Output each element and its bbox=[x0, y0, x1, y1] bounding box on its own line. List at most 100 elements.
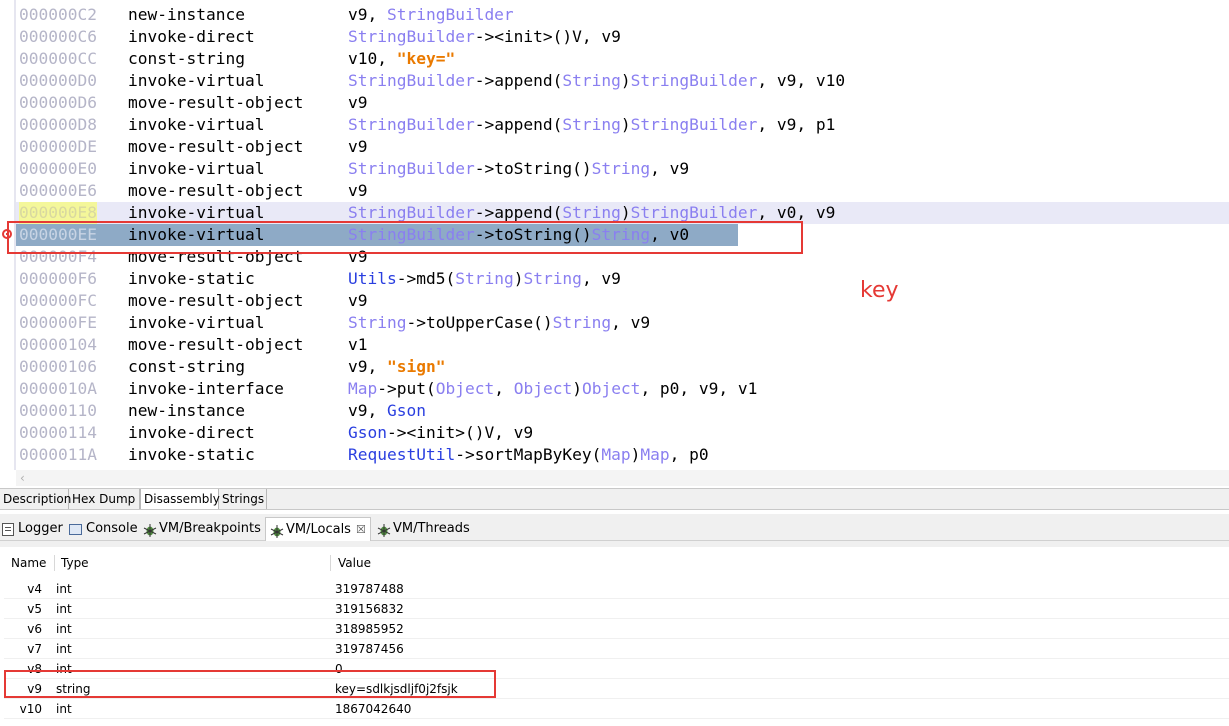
disassembly-pane[interactable]: 000000C2 new-instance v9, StringBuilder 000… bbox=[0, 0, 1229, 488]
code-token: , v9 bbox=[611, 313, 651, 332]
code-token: String bbox=[562, 115, 621, 134]
code-operands: v9, StringBuilder bbox=[348, 4, 514, 26]
code-address: 00000114 bbox=[19, 423, 97, 442]
code-line[interactable]: 00000104 move-result-object v1 bbox=[16, 334, 1229, 356]
code-token: , v0, v9 bbox=[757, 203, 836, 222]
code-operands: v9 bbox=[348, 290, 368, 312]
code-line[interactable]: 000000CC const-string v10, "key=" bbox=[16, 48, 1229, 70]
scroll-left-icon[interactable]: ‹ bbox=[20, 470, 25, 486]
code-opcode: const-string bbox=[128, 49, 245, 68]
code-line[interactable]: 0000010A invoke-interface Map->put(Object,… bbox=[16, 378, 1229, 400]
tab-vm-breakpoints[interactable]: VM/Breakpoints bbox=[143, 518, 261, 540]
code-opcode: invoke-virtual bbox=[128, 115, 265, 134]
panel-tab-bar: Logger Console VM/Breakpoints VM/Locals … bbox=[0, 514, 1229, 541]
table-row[interactable]: v4 int 319787488 bbox=[4, 579, 1229, 599]
table-row[interactable]: v5 int 319156832 bbox=[4, 599, 1229, 619]
tab-console[interactable]: Console bbox=[69, 518, 138, 540]
code-token: ) bbox=[630, 445, 641, 464]
code-operands: Utils->md5(String)String, v9 bbox=[348, 268, 621, 290]
code-line[interactable]: 000000D0 invoke-virtual StringBuilder->app… bbox=[16, 70, 1229, 92]
tab-disassembly[interactable]: Disassembly bbox=[140, 489, 220, 509]
column-divider[interactable] bbox=[54, 555, 55, 571]
code-token: ->put( bbox=[377, 379, 436, 398]
code-token: Gson bbox=[386, 401, 426, 420]
table-row[interactable]: v10 int 1867042640 bbox=[4, 699, 1229, 719]
code-token: Map bbox=[348, 379, 378, 398]
code-address: 000000F6 bbox=[19, 269, 97, 288]
code-token: StringBuilder bbox=[348, 27, 475, 46]
code-address: 000000E6 bbox=[19, 181, 97, 200]
code-address: 000000C6 bbox=[19, 27, 97, 46]
code-operands: v9 bbox=[348, 92, 368, 114]
code-address: 0000011A bbox=[19, 445, 97, 464]
close-icon[interactable]: ☒ bbox=[356, 519, 366, 541]
tab-vm-breakpoints-label: VM/Breakpoints bbox=[159, 521, 261, 536]
tab-vm-locals-label: VM/Locals bbox=[286, 521, 351, 537]
code-token: , v9 bbox=[581, 269, 621, 288]
code-token: StringBuilder bbox=[348, 203, 475, 222]
code-line[interactable]: 000000C2 new-instance v9, StringBuilder bbox=[16, 4, 1229, 26]
code-opcode: invoke-static bbox=[128, 269, 255, 288]
table-row[interactable]: v7 int 319787456 bbox=[4, 639, 1229, 659]
code-line[interactable]: 000000D8 invoke-virtual StringBuilder->app… bbox=[16, 114, 1229, 136]
horizontal-scrollbar[interactable]: ‹ bbox=[16, 470, 1229, 486]
code-token: "key=" bbox=[396, 49, 456, 68]
code-token: ->append( bbox=[474, 115, 563, 134]
code-line[interactable]: 00000106 const-string v9, "sign" bbox=[16, 356, 1229, 378]
local-value: 319787488 bbox=[335, 582, 404, 596]
code-line[interactable]: 0000011A invoke-static RequestUtil->sortMa… bbox=[16, 444, 1229, 466]
code-token: ) bbox=[620, 203, 631, 222]
tab-description[interactable]: Description bbox=[0, 489, 71, 509]
tab-vm-locals[interactable]: VM/Locals ☒ bbox=[265, 517, 371, 541]
code-line[interactable]: 00000114 invoke-direct Gson-><init>()V, v9 bbox=[16, 422, 1229, 444]
code-opcode: invoke-direct bbox=[128, 423, 255, 442]
code-line[interactable]: 000000E6 move-result-object v9 bbox=[16, 180, 1229, 202]
code-opcode: move-result-object bbox=[128, 291, 304, 310]
tab-strings[interactable]: Strings bbox=[219, 489, 267, 509]
code-token: Utils bbox=[348, 269, 397, 288]
code-token: String bbox=[562, 71, 621, 90]
code-token: Map bbox=[601, 445, 631, 464]
code-line[interactable]: 000000FC move-result-object v9 bbox=[16, 290, 1229, 312]
code-token: String bbox=[562, 203, 621, 222]
code-token: ->toUpperCase() bbox=[406, 313, 553, 332]
column-header-type[interactable]: Type bbox=[56, 553, 89, 573]
code-opcode: new-instance bbox=[128, 401, 245, 420]
table-row[interactable]: v6 int 318985952 bbox=[4, 619, 1229, 639]
code-token: StringBuilder bbox=[630, 203, 758, 222]
code-token: Gson bbox=[348, 423, 387, 442]
code-opcode: move-result-object bbox=[128, 137, 304, 156]
code-line[interactable]: 000000E0 invoke-virtual StringBuilder->toS… bbox=[16, 158, 1229, 180]
code-line[interactable]: 000000DE move-result-object v9 bbox=[16, 136, 1229, 158]
code-address: 000000DE bbox=[19, 137, 97, 156]
code-operands: StringBuilder->append(String)StringBuild… bbox=[348, 114, 835, 136]
column-divider[interactable] bbox=[330, 555, 331, 571]
code-line[interactable]: 000000FE invoke-virtual String->toUpperCas… bbox=[16, 312, 1229, 334]
column-header-name[interactable]: Name bbox=[6, 553, 46, 573]
tab-logger[interactable]: Logger bbox=[2, 518, 63, 540]
column-header-value[interactable]: Value bbox=[333, 553, 371, 573]
code-token: , v9 bbox=[650, 159, 690, 178]
code-token: v9 bbox=[348, 181, 368, 200]
local-name: v10 bbox=[19, 702, 42, 716]
local-value: 319787456 bbox=[335, 642, 404, 656]
highlight-box-code bbox=[7, 221, 803, 254]
code-line[interactable]: 000000F6 invoke-static Utils->md5(String)S… bbox=[16, 268, 1229, 290]
code-address: 000000D0 bbox=[19, 71, 97, 90]
console-icon bbox=[69, 523, 82, 535]
local-name: v7 bbox=[27, 642, 42, 656]
code-token: StringBuilder bbox=[348, 71, 475, 90]
code-operands: RequestUtil->sortMapByKey(Map)Map, p0 bbox=[348, 444, 709, 466]
code-token: -><init>()V, v9 bbox=[474, 27, 621, 46]
code-opcode: const-string bbox=[128, 357, 245, 376]
code-line[interactable]: 000000C6 invoke-direct StringBuilder-><ini… bbox=[16, 26, 1229, 48]
tab-hex-dump[interactable]: Hex Dump bbox=[69, 489, 140, 509]
view-tab-bar: Description Hex Dump Disassembly Strings bbox=[0, 488, 1229, 510]
code-token: ->md5( bbox=[396, 269, 456, 288]
bug-icon bbox=[270, 524, 284, 538]
code-token: ->append( bbox=[474, 203, 563, 222]
code-line[interactable]: 000000D6 move-result-object v9 bbox=[16, 92, 1229, 114]
code-line[interactable]: 00000110 new-instance v9, Gson bbox=[16, 400, 1229, 422]
tab-vm-threads[interactable]: VM/Threads bbox=[377, 518, 470, 540]
code-address: 00000110 bbox=[19, 401, 97, 420]
